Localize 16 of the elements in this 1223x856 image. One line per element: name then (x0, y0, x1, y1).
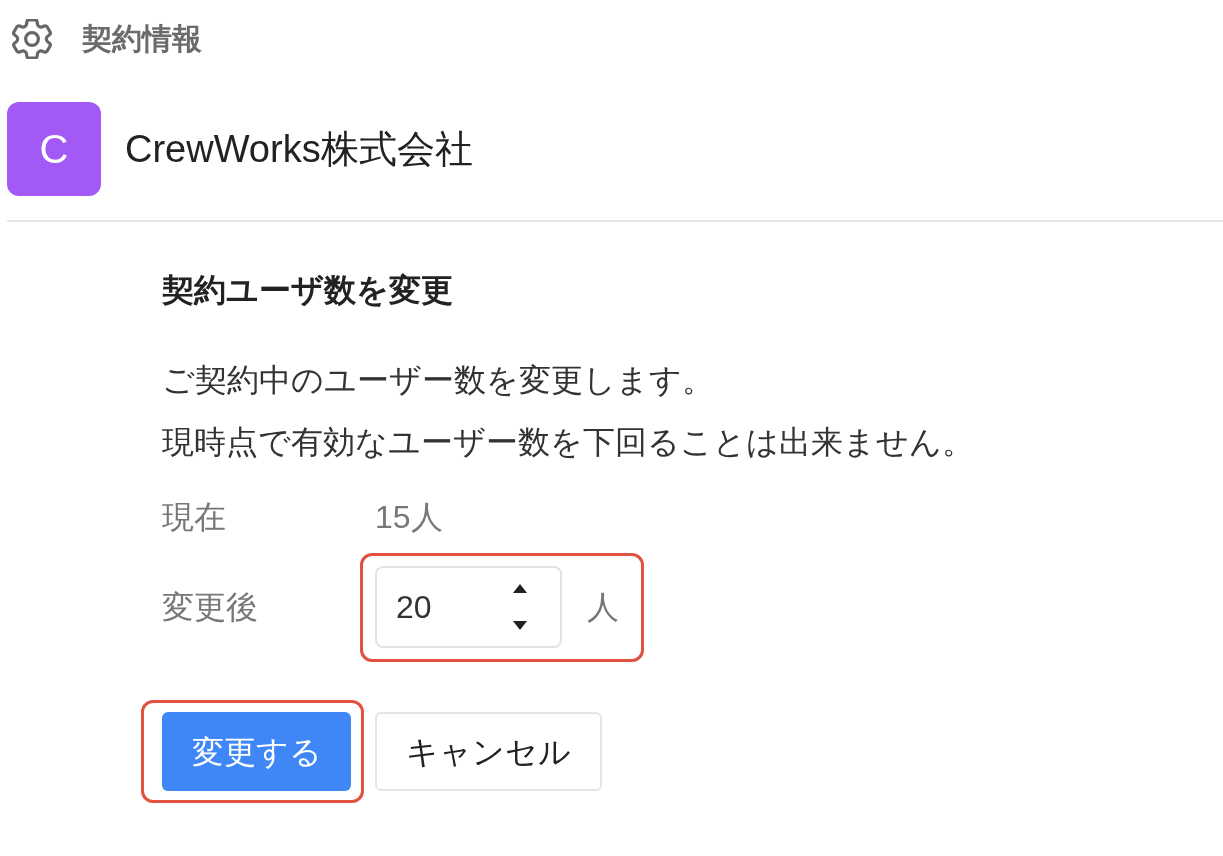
field-label: 現在 (162, 499, 226, 535)
company-name: CrewWorks株式会社 (125, 127, 473, 172)
field-label: 変更後 (162, 589, 258, 625)
caret-up-icon[interactable] (513, 584, 527, 593)
company-avatar: C (7, 102, 101, 196)
page-title: 契約情報 (82, 21, 202, 57)
cancel-button[interactable]: キャンセル (375, 712, 602, 791)
submit-button[interactable]: 変更する (162, 712, 351, 791)
unit-label: 人 (587, 588, 619, 627)
number-input[interactable]: 20 (375, 566, 562, 648)
section-title: 契約ユーザ数を変更 (162, 271, 453, 310)
caret-down-icon[interactable] (513, 621, 527, 630)
description-text: 現時点で有効なユーザー数を下回ることは出来ません。 (162, 423, 974, 462)
description-text: ご契約中のユーザー数を変更します。 (162, 361, 714, 400)
settings-icon (12, 19, 52, 59)
field-value: 15人 (375, 498, 443, 537)
